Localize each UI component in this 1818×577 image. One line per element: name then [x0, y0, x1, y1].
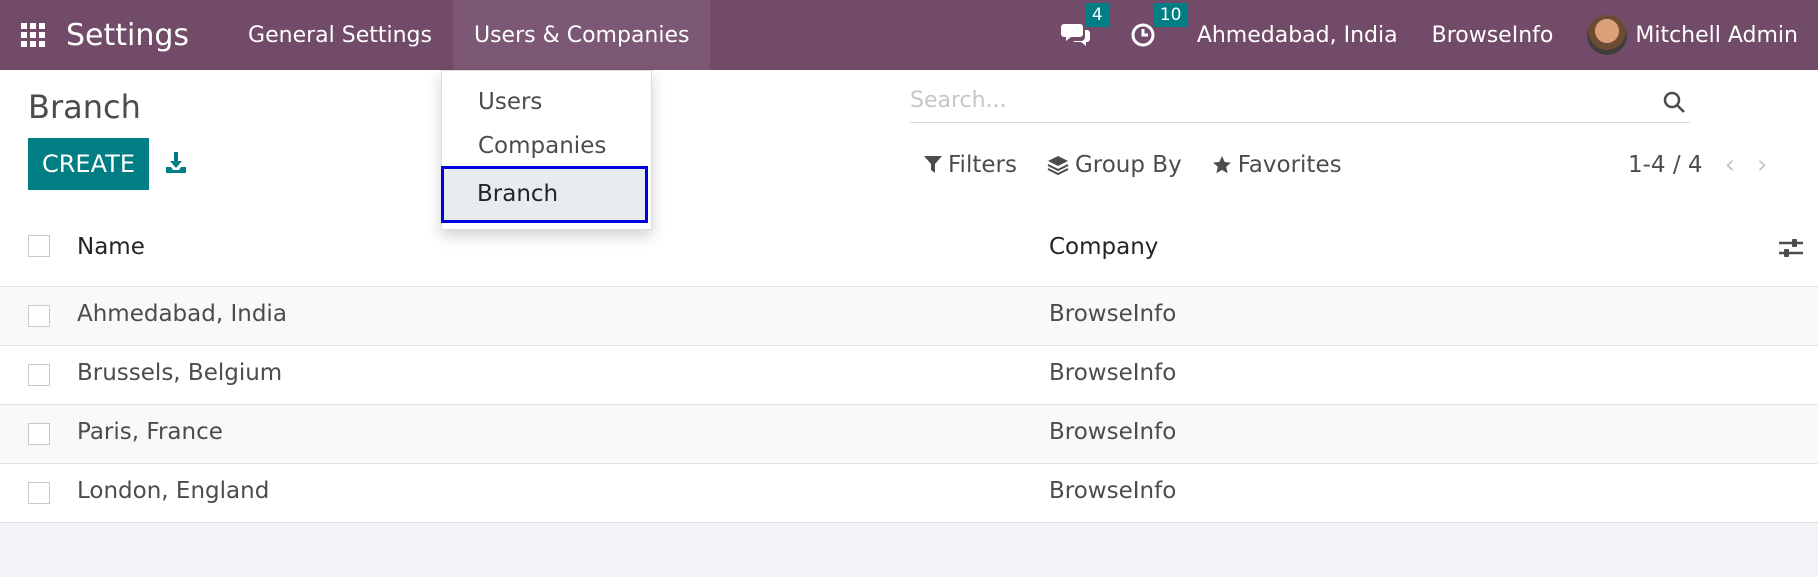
messages-button[interactable]: 4	[1060, 3, 1110, 50]
cell-name: London, England	[77, 478, 270, 504]
table-row[interactable]: Paris, France BrowseInfo	[0, 405, 1818, 464]
filters-label: Filters	[948, 152, 1017, 178]
groupby-label: Group By	[1074, 152, 1182, 178]
row-checkbox[interactable]	[28, 364, 50, 386]
table-row[interactable]: London, England BrowseInfo	[0, 464, 1818, 523]
cell-name: Brussels, Belgium	[77, 360, 283, 386]
branch-list-table: Name Company Ahmedabad, India BrowseInfo…	[0, 208, 1818, 523]
pager-next-icon[interactable]: ›	[1757, 150, 1767, 180]
select-all-checkbox[interactable]	[28, 235, 50, 257]
user-name: Mitchell Admin	[1635, 22, 1798, 48]
activities-count-badge: 10	[1152, 3, 1189, 27]
favorites-button[interactable]: Favorites	[1212, 152, 1342, 178]
search-icon[interactable]	[1662, 90, 1686, 114]
column-header-company[interactable]: Company	[1049, 234, 1158, 260]
row-checkbox[interactable]	[28, 305, 50, 327]
download-icon[interactable]	[164, 150, 188, 174]
pager-previous-icon[interactable]: ‹	[1725, 150, 1735, 180]
app-brand[interactable]: Settings	[66, 18, 189, 53]
messages-count-badge: 4	[1084, 3, 1110, 27]
cell-company: BrowseInfo	[1049, 301, 1177, 327]
row-checkbox[interactable]	[28, 423, 50, 445]
favorites-label: Favorites	[1237, 152, 1342, 178]
cell-company: BrowseInfo	[1049, 360, 1177, 386]
filters-button[interactable]: Filters	[924, 152, 1017, 178]
star-icon	[1212, 156, 1231, 174]
cell-company: BrowseInfo	[1049, 478, 1177, 504]
filter-icon	[924, 156, 942, 173]
optional-columns-icon[interactable]	[1778, 236, 1804, 260]
table-header: Name Company	[0, 208, 1818, 287]
menu-general-settings[interactable]: General Settings	[227, 0, 453, 70]
dropdown-item-branch-label: Branch	[477, 181, 559, 207]
dropdown-item-branch[interactable]: Branch	[441, 166, 648, 223]
dropdown-item-users[interactable]: Users	[478, 89, 542, 115]
pager: 1-4 / 4 ‹ ›	[1628, 150, 1767, 180]
table-row[interactable]: Brussels, Belgium BrowseInfo	[0, 346, 1818, 405]
cell-name: Paris, France	[77, 419, 223, 445]
user-menu[interactable]: Mitchell Admin	[1587, 15, 1818, 55]
page-title: Branch	[28, 88, 141, 126]
search-bar	[910, 80, 1690, 123]
cell-company: BrowseInfo	[1049, 419, 1177, 445]
dropdown-item-companies[interactable]: Companies	[478, 133, 606, 159]
column-header-name[interactable]: Name	[77, 234, 145, 260]
menu-users-companies[interactable]: Users & Companies	[452, 0, 711, 70]
create-button[interactable]: CREATE	[28, 138, 149, 190]
layers-icon	[1047, 156, 1069, 176]
app-menu-button[interactable]	[0, 0, 66, 70]
top-navbar: Settings General Settings Users & Compan…	[0, 0, 1818, 70]
branch-switcher[interactable]: Ahmedabad, India	[1197, 23, 1398, 48]
groupby-button[interactable]: Group By	[1047, 152, 1182, 178]
control-panel: Branch CREATE Filters Group By Favorites	[0, 70, 1818, 208]
cell-name: Ahmedabad, India	[77, 301, 287, 327]
search-options: Filters Group By Favorites	[924, 152, 1342, 178]
avatar	[1587, 15, 1628, 55]
pager-value[interactable]: 1-4 / 4	[1628, 152, 1703, 178]
company-switcher[interactable]: BrowseInfo	[1432, 23, 1554, 48]
search-input[interactable]	[910, 80, 1610, 121]
row-checkbox[interactable]	[28, 482, 50, 504]
apps-grid-icon	[21, 23, 45, 47]
activities-button[interactable]: 10	[1129, 3, 1189, 50]
table-row[interactable]: Ahmedabad, India BrowseInfo	[0, 287, 1818, 346]
